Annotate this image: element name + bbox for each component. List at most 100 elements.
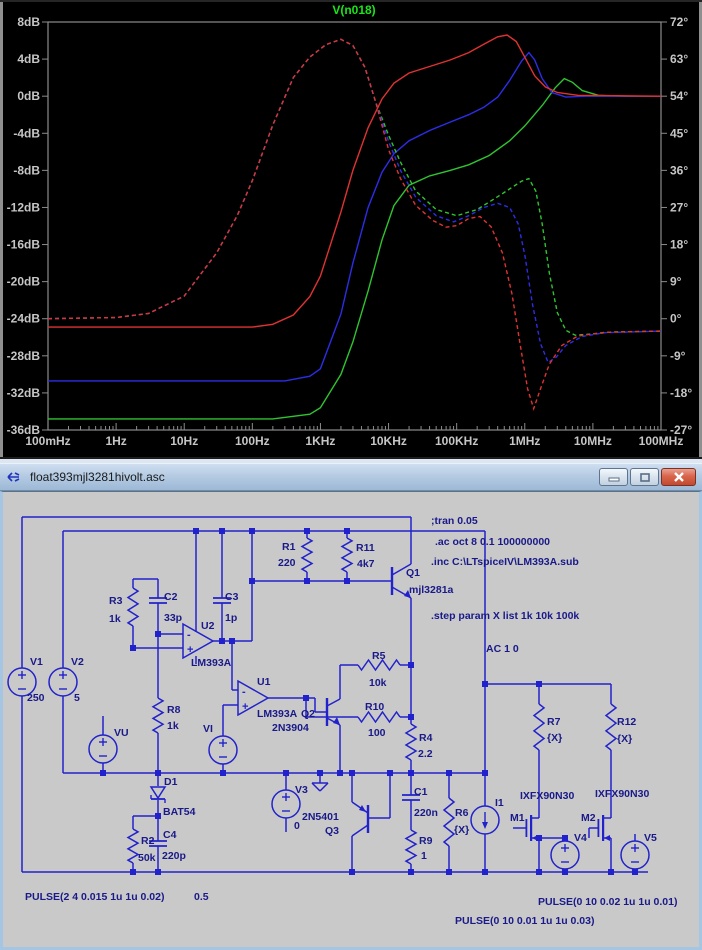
schematic-label: R12 xyxy=(617,716,636,728)
schematic-editor-pane: - + - + V1 250 V2 5 VU VI R3 1k C2 33p C3 1p U2 LM393A R1 2… xyxy=(0,491,702,950)
schematic-label: IXFX90N30 xyxy=(595,788,649,800)
schematic-label: Q2 xyxy=(301,708,315,720)
schematic-label: {X} xyxy=(454,824,469,836)
left-axis-tick-label: -32dB xyxy=(7,386,41,400)
bottom-axis-tick-label: 10MHz xyxy=(574,434,612,448)
schematic-label: BAT54 xyxy=(163,806,196,818)
bottom-axis-tick-label: 100Hz xyxy=(235,434,270,448)
schematic-label: U1 xyxy=(257,676,271,688)
schematic-label: M2 xyxy=(581,812,596,824)
schematic-label: 1k xyxy=(109,613,121,625)
left-axis-tick-label: -28dB xyxy=(7,349,41,363)
schematic-label: 220n xyxy=(414,807,438,819)
right-axis-tick-label: 27° xyxy=(670,200,688,214)
right-axis-tick-label: 9° xyxy=(670,275,682,289)
waveform-plot[interactable]: V(n018) 8dB 72° 4dB 63° 0dB 54° -4dB 45° -8dB 36° -… xyxy=(0,0,702,457)
right-axis-tick-label: 72° xyxy=(670,15,688,29)
schematic-label: C3 xyxy=(225,591,239,603)
schematic-label: PULSE(2 4 0.015 1u 1u 0.02) xyxy=(25,891,164,903)
schematic-label: 2N5401 xyxy=(302,811,339,823)
left-axis-tick-label: -8dB xyxy=(13,163,40,177)
schematic-label: PULSE(0 10 0.01 1u 1u 0.03) xyxy=(455,915,594,927)
restore-button[interactable] xyxy=(630,468,659,486)
close-button[interactable] xyxy=(661,468,696,486)
right-axis-tick-label: 18° xyxy=(670,238,688,252)
left-axis-tick-label: -12dB xyxy=(7,200,41,214)
schematic-label: 250 xyxy=(27,692,45,704)
schematic-label: V4 xyxy=(574,832,587,844)
schematic-label: R5 xyxy=(372,650,386,662)
schematic-label: IXFX90N30 xyxy=(520,790,574,802)
ltspice-app-window: V(n018) 8dB 72° 4dB 63° 0dB 54° -4dB 45° -8dB 36° -… xyxy=(0,0,702,950)
schematic-titlebar[interactable]: float393mjl3281hivolt.asc xyxy=(0,463,702,491)
waveform-viewer-pane[interactable]: V(n018) 8dB 72° 4dB 63° 0dB 54° -4dB 45° -8dB 36° -… xyxy=(0,0,702,457)
right-axis-tick-label: 63° xyxy=(670,52,688,66)
right-axis-tick-label: -18° xyxy=(670,386,692,400)
schematic-canvas[interactable]: -+-+V1250V25VU VIR31kC233pC31pU2LM393AR12… xyxy=(3,492,699,947)
schematic-label: D1 xyxy=(164,776,178,788)
right-axis-tick-label: 54° xyxy=(670,89,688,103)
left-axis-tick-label: -24dB xyxy=(7,312,41,326)
left-axis-tick-label: -4dB xyxy=(13,126,40,140)
schematic-label: 220 xyxy=(278,557,296,569)
schematic-label: 100 xyxy=(368,727,386,739)
spice-directive: .ac oct 8 0.1 100000000 xyxy=(435,536,550,548)
ltspice-schematic-icon xyxy=(6,469,24,485)
schematic-label: R9 xyxy=(419,835,433,847)
schematic-label: R1 xyxy=(282,541,296,553)
schematic-label: M1 xyxy=(510,812,525,824)
svg-text:-: - xyxy=(242,686,246,698)
minimize-icon xyxy=(608,477,619,482)
svg-text:+: + xyxy=(242,701,248,713)
schematic-label: R11 xyxy=(356,542,375,554)
spice-directive: .inc C:\LTspiceIV\LM393A.sub xyxy=(431,556,579,568)
spice-directive: ;tran 0.05 xyxy=(431,515,478,527)
bottom-axis-tick-label: 100mHz xyxy=(25,434,70,448)
schematic-label: mjl3281a xyxy=(409,584,454,596)
schematic-label: R6 xyxy=(455,807,469,819)
schematic-label: R7 xyxy=(547,716,561,728)
bottom-axis-tick-label: 1Hz xyxy=(105,434,126,448)
schematic-label: LM393A xyxy=(191,657,232,669)
right-axis-tick-label: 36° xyxy=(670,163,688,177)
schematic-label: Q1 xyxy=(406,567,420,579)
bottom-axis-tick-label: 1MHz xyxy=(509,434,540,448)
schematic-label: V3 xyxy=(295,784,308,796)
svg-text:+: + xyxy=(187,644,193,656)
bottom-axis-tick-label: 100MHz xyxy=(639,434,684,448)
svg-text:-: - xyxy=(187,629,191,641)
left-axis-tick-label: -16dB xyxy=(7,238,41,252)
bottom-axis-tick-label: 100KHz xyxy=(435,434,478,448)
schematic-label: {X} xyxy=(617,733,632,745)
schematic-label: V1 xyxy=(30,656,43,668)
left-axis-tick-label: 4dB xyxy=(17,52,40,66)
schematic-label: 1 xyxy=(421,850,427,862)
bottom-axis-tick-label: 10KHz xyxy=(370,434,407,448)
close-icon xyxy=(673,472,684,482)
schematic-label: C2 xyxy=(164,591,178,603)
schematic-label: 5 xyxy=(74,692,80,704)
restore-icon xyxy=(639,472,650,482)
schematic-label: 2.2 xyxy=(418,748,433,760)
schematic-label: 0 xyxy=(294,820,300,832)
left-axis-tick-label: -20dB xyxy=(7,275,41,289)
schematic-label: VU xyxy=(114,727,129,739)
left-axis-tick-label: 8dB xyxy=(17,15,40,29)
schematic-label: V2 xyxy=(71,656,84,668)
schematic-label: 2N3904 xyxy=(272,722,309,734)
schematic-label: LM393A xyxy=(257,708,298,720)
schematic-label: 0.5 xyxy=(194,891,209,903)
schematic-label: 33p xyxy=(164,612,182,624)
minimize-button[interactable] xyxy=(599,468,628,486)
schematic-label: R2 xyxy=(141,835,155,847)
schematic-label: R10 xyxy=(365,701,384,713)
schematic-label: 1p xyxy=(225,612,237,624)
schematic-label: U2 xyxy=(201,620,215,632)
schematic-label: I1 xyxy=(495,797,504,809)
bottom-axis-tick-label: 10Hz xyxy=(170,434,198,448)
schematic-label: 10k xyxy=(369,677,387,689)
schematic-label: {X} xyxy=(547,732,562,744)
spice-directive: .step param X list 1k 10k 100k xyxy=(431,610,579,622)
schematic-label: C4 xyxy=(163,829,177,841)
right-axis-tick-label: 45° xyxy=(670,126,688,140)
